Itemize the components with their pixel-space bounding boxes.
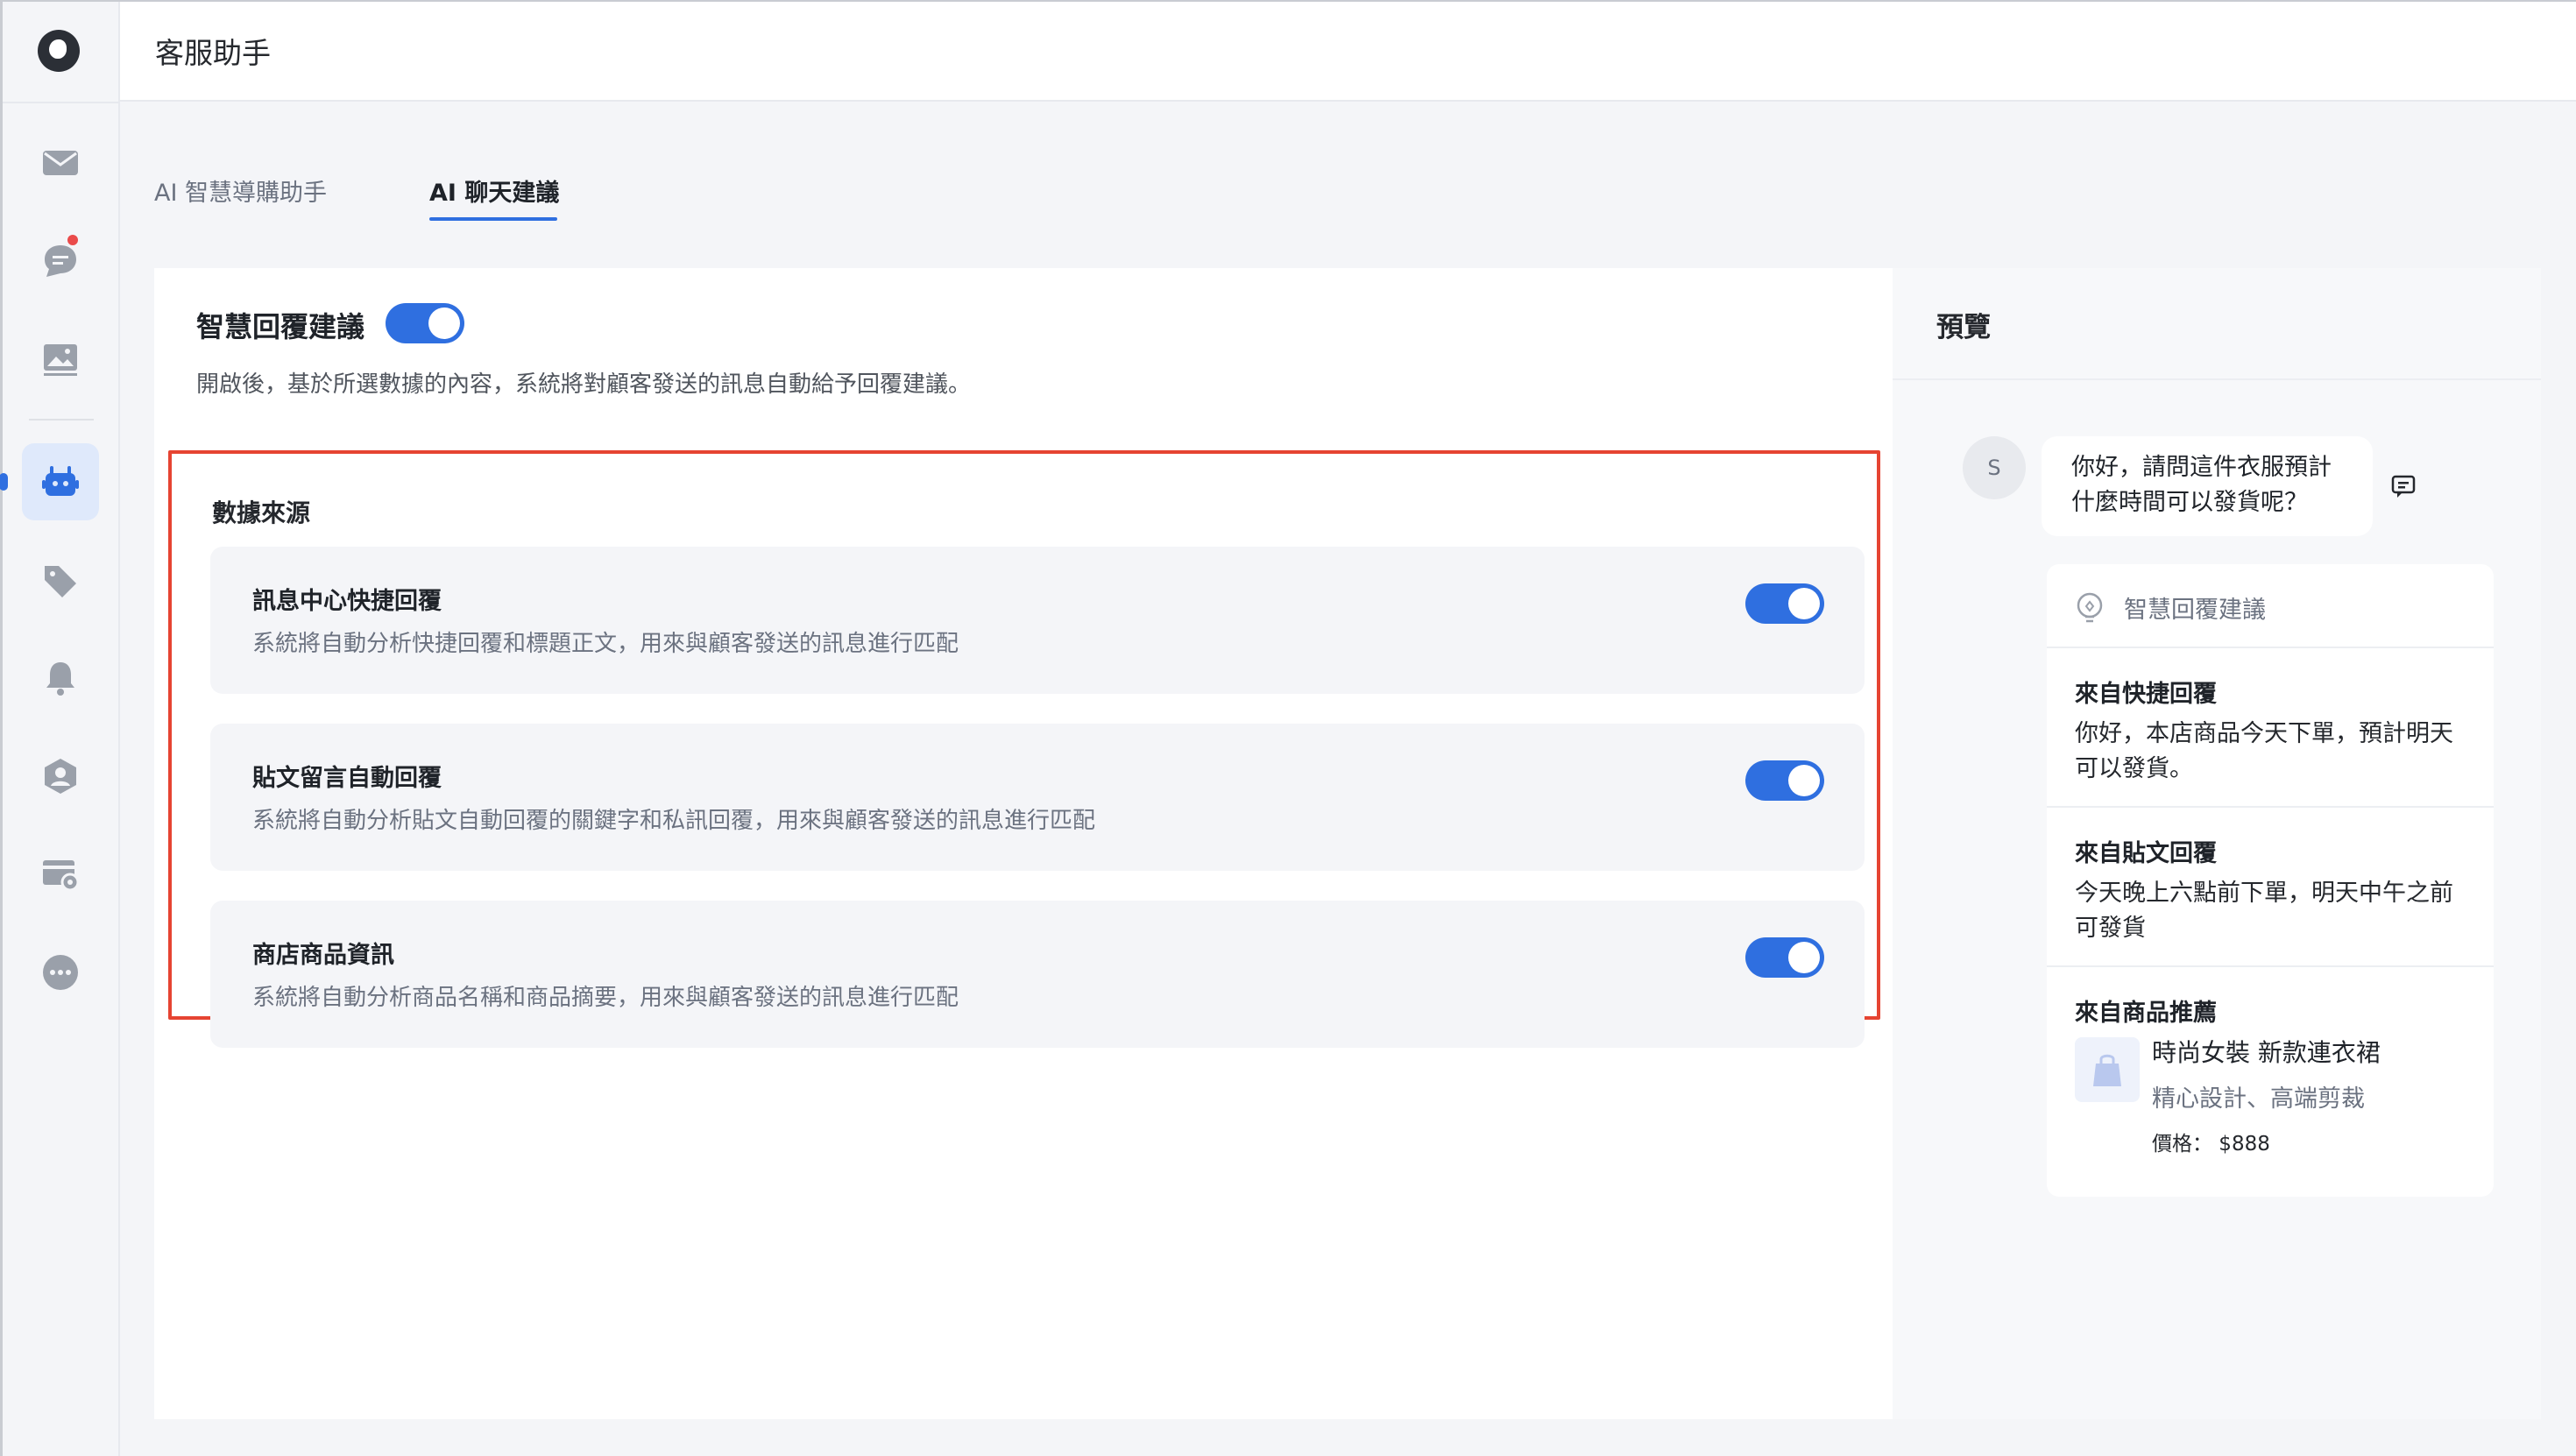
sidebar bbox=[0, 2, 120, 1456]
tab-ai-shopping-assistant[interactable]: AI 智慧導購助手 bbox=[154, 173, 327, 208]
toggle-knob bbox=[1788, 765, 1820, 796]
suggestion-heading: 來自商品推薦 bbox=[2075, 1000, 2217, 1027]
sidebar-divider bbox=[29, 419, 94, 421]
bell-icon bbox=[46, 662, 74, 696]
suggestion-body: 今天晚上六點前下單，明天中午之前可發貨 bbox=[2075, 880, 2453, 942]
preview-header: 預覽 bbox=[1893, 268, 2541, 380]
suggestion-heading: 來自貼文回覆 bbox=[2075, 840, 2217, 867]
page-title: 客服助手 bbox=[155, 36, 271, 70]
suggestion-product[interactable]: 來自商品推薦 時尚女裝 新款連衣裙 精心設計、高端剪裁 價格： $888 bbox=[2047, 967, 2494, 1197]
suggestion-label: 智慧回覆建議 bbox=[2124, 597, 2266, 624]
chat-bubble-icon bbox=[45, 245, 76, 277]
brand-logo-icon[interactable] bbox=[38, 30, 80, 72]
toggle-knob bbox=[428, 307, 460, 339]
smart-reply-toggle[interactable] bbox=[386, 303, 464, 343]
data-source-desc: 系統將自動分析商品名稱和商品摘要，用來與顧客發送的訊息進行匹配 bbox=[252, 985, 959, 1011]
product-thumbnail bbox=[2075, 1037, 2140, 1102]
settings-card: 智慧回覆建議 開啟後，基於所選數據的內容，系統將對顧客發送的訊息自動給予回覆建議… bbox=[154, 268, 1893, 1419]
sidebar-item-ai-assistant[interactable] bbox=[22, 443, 99, 520]
product-name: 時尚女裝 新款連衣裙 bbox=[2152, 1038, 2381, 1067]
lightbulb-icon bbox=[2077, 592, 2103, 623]
data-source-item: 訊息中心快捷回覆 系統將自動分析快捷回覆和標題正文，用來與顧客發送的訊息進行匹配 bbox=[210, 547, 1865, 694]
customer-avatar: S bbox=[1963, 436, 2026, 499]
top-bar: 客服助手 bbox=[120, 2, 2576, 102]
suggestion-header: 智慧回覆建議 bbox=[2047, 564, 2494, 648]
post-auto-reply-source-toggle[interactable] bbox=[1745, 760, 1824, 801]
card-gear-icon bbox=[43, 860, 80, 892]
active-tab-underline bbox=[429, 217, 557, 221]
image-icon bbox=[44, 344, 77, 376]
product-price: 價格： $888 bbox=[2152, 1133, 2270, 1156]
suggestion-panel: 智慧回覆建議 來自快捷回覆 你好，本店商品今天下單，預計明天可以發貨。 來自貼文… bbox=[2047, 564, 2494, 1197]
data-source-item: 貼文留言自動回覆 系統將自動分析貼文自動回覆的關鍵字和私訊回覆，用來與顧客發送的… bbox=[210, 724, 1865, 871]
mail-icon bbox=[43, 151, 78, 175]
quick-reply-source-toggle[interactable] bbox=[1745, 583, 1824, 624]
more-icon bbox=[43, 955, 78, 990]
preview-panel: 預覽 S 你好，請問這件衣服預計什麼時間可以發貨呢？ 智慧回覆建議 來自快捷回覆… bbox=[1893, 268, 2541, 1419]
data-source-section: 數據來源 訊息中心快捷回覆 系統將自動分析快捷回覆和標題正文，用來與顧客發送的訊… bbox=[168, 450, 1880, 1048]
sidebar-item-inbox[interactable] bbox=[22, 124, 99, 201]
sidebar-divider bbox=[3, 102, 120, 103]
suggestion-quick-reply[interactable]: 來自快捷回覆 你好，本店商品今天下單，預計明天可以發貨。 bbox=[2047, 648, 2494, 808]
data-source-desc: 系統將自動分析快捷回覆和標題正文，用來與顧客發送的訊息進行匹配 bbox=[252, 631, 959, 657]
sidebar-item-media[interactable] bbox=[22, 321, 99, 398]
sidebar-item-tags[interactable] bbox=[22, 541, 99, 618]
smart-reply-description: 開啟後，基於所選數據的內容，系統將對顧客發送的訊息自動給予回覆建議。 bbox=[196, 371, 972, 398]
sidebar-item-notifications[interactable] bbox=[22, 640, 99, 717]
product-summary: 精心設計、高端剪裁 bbox=[2152, 1085, 2365, 1113]
suggestion-heading: 來自快捷回覆 bbox=[2075, 681, 2217, 708]
sidebar-item-contacts[interactable] bbox=[22, 738, 99, 815]
suggestion-post-reply[interactable]: 來自貼文回覆 今天晚上六點前下單，明天中午之前可發貨 bbox=[2047, 808, 2494, 967]
smart-reply-title: 智慧回覆建議 bbox=[196, 310, 365, 343]
shopping-bag-icon bbox=[2093, 1054, 2121, 1086]
toggle-knob bbox=[1788, 588, 1820, 619]
data-source-item: 商店商品資訊 系統將自動分析商品名稱和商品摘要，用來與顧客發送的訊息進行匹配 bbox=[210, 901, 1865, 1048]
preview-title: 預覽 bbox=[1936, 312, 1991, 343]
product-info-source-toggle[interactable] bbox=[1745, 937, 1824, 978]
data-source-title: 數據來源 bbox=[212, 498, 311, 527]
message-icon[interactable] bbox=[2390, 473, 2417, 499]
robot-icon bbox=[42, 466, 79, 496]
unread-badge bbox=[66, 233, 80, 247]
sidebar-item-chat[interactable] bbox=[22, 223, 99, 300]
tab-ai-chat-suggestions[interactable]: AI 聊天建議 bbox=[429, 173, 559, 208]
data-source-name: 貼文留言自動回覆 bbox=[252, 765, 442, 792]
customer-message-bubble: 你好，請問這件衣服預計什麼時間可以發貨呢？ bbox=[2042, 436, 2373, 536]
suggestion-body: 你好，本店商品今天下單，預計明天可以發貨。 bbox=[2075, 720, 2453, 782]
data-source-name: 訊息中心快捷回覆 bbox=[252, 588, 442, 615]
data-source-desc: 系統將自動分析貼文自動回覆的關鍵字和私訊回覆，用來與顧客發送的訊息進行匹配 bbox=[252, 808, 1096, 834]
user-shield-icon bbox=[45, 759, 76, 794]
tag-icon bbox=[45, 566, 76, 597]
sidebar-item-settings-card[interactable] bbox=[22, 836, 99, 913]
active-indicator bbox=[0, 473, 8, 491]
data-source-name: 商店商品資訊 bbox=[252, 942, 394, 969]
toggle-knob bbox=[1788, 942, 1820, 973]
sidebar-item-more[interactable] bbox=[22, 934, 99, 1011]
